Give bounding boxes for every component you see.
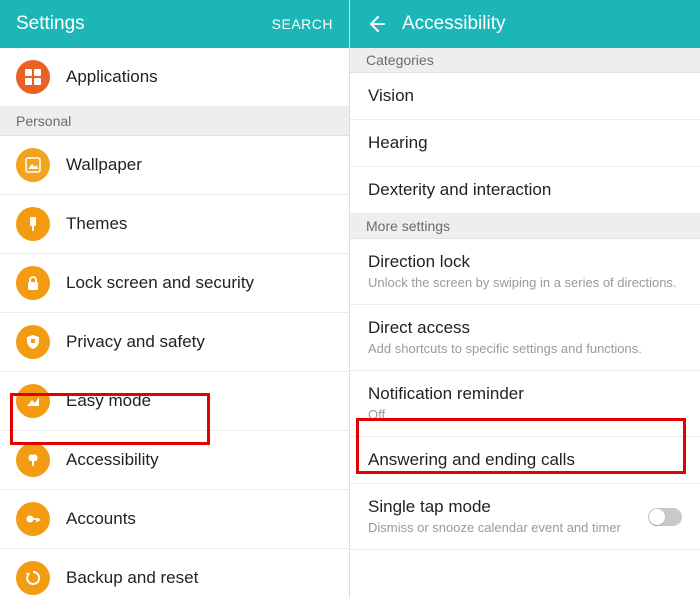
more-sub: Unlock the screen by swiping in a series… <box>368 275 682 292</box>
accessibility-title: Accessibility <box>402 13 684 35</box>
settings-item-label: Applications <box>66 67 158 87</box>
settings-item-label: Backup and reset <box>66 568 198 588</box>
category-label: Hearing <box>368 132 682 154</box>
backup-icon <box>16 561 50 595</box>
settings-item-label: Easy mode <box>66 391 151 411</box>
settings-item-backup[interactable]: Backup and reset <box>0 549 349 598</box>
privacy-icon <box>16 325 50 359</box>
settings-item-easymode[interactable]: Easy mode <box>0 372 349 431</box>
more-sub: Add shortcuts to specific settings and f… <box>368 341 682 358</box>
more-answering-calls[interactable]: Answering and ending calls <box>350 437 700 484</box>
accessibility-pane: Accessibility Categories Vision Hearing … <box>350 0 700 598</box>
section-personal: Personal <box>0 107 349 136</box>
easy-icon <box>16 384 50 418</box>
apps-icon <box>16 60 50 94</box>
more-label: Single tap mode <box>368 496 638 518</box>
category-dexterity[interactable]: Dexterity and interaction <box>350 167 700 214</box>
more-label: Answering and ending calls <box>368 449 682 471</box>
settings-item-wallpaper[interactable]: Wallpaper <box>0 136 349 195</box>
more-label: Notification reminder <box>368 383 682 405</box>
category-label: Vision <box>368 85 682 107</box>
accounts-icon <box>16 502 50 536</box>
settings-item-accounts[interactable]: Accounts <box>0 490 349 549</box>
lock-icon <box>16 266 50 300</box>
category-vision[interactable]: Vision <box>350 73 700 120</box>
category-hearing[interactable]: Hearing <box>350 120 700 167</box>
accessibility-header: Accessibility <box>350 0 700 48</box>
accessibility-icon <box>16 443 50 477</box>
back-button[interactable] <box>366 14 386 34</box>
settings-item-label: Privacy and safety <box>66 332 205 352</box>
settings-item-themes[interactable]: Themes <box>0 195 349 254</box>
more-notification-reminder[interactable]: Notification reminder Off <box>350 371 700 437</box>
section-more: More settings <box>350 214 700 239</box>
more-sub: Dismiss or snooze calendar event and tim… <box>368 520 638 537</box>
settings-item-applications[interactable]: Applications <box>0 48 349 107</box>
settings-item-label: Accounts <box>66 509 136 529</box>
settings-item-label: Themes <box>66 214 127 234</box>
more-direct-access[interactable]: Direct access Add shortcuts to specific … <box>350 305 700 371</box>
settings-item-label: Accessibility <box>66 450 159 470</box>
settings-item-label: Wallpaper <box>66 155 142 175</box>
section-categories: Categories <box>350 48 700 73</box>
more-label: Direction lock <box>368 251 682 273</box>
more-label: Direct access <box>368 317 682 339</box>
settings-title: Settings <box>16 13 272 35</box>
more-single-tap[interactable]: Single tap mode Dismiss or snooze calend… <box>350 484 700 550</box>
settings-pane: Settings SEARCH Applications Personal Wa… <box>0 0 350 598</box>
more-sub: Off <box>368 407 682 424</box>
wallpaper-icon <box>16 148 50 182</box>
themes-icon <box>16 207 50 241</box>
settings-item-lockscreen[interactable]: Lock screen and security <box>0 254 349 313</box>
search-button[interactable]: SEARCH <box>272 16 333 32</box>
single-tap-toggle[interactable] <box>648 508 682 526</box>
settings-item-label: Lock screen and security <box>66 273 254 293</box>
settings-item-privacy[interactable]: Privacy and safety <box>0 313 349 372</box>
more-direction-lock[interactable]: Direction lock Unlock the screen by swip… <box>350 239 700 305</box>
settings-header: Settings SEARCH <box>0 0 349 48</box>
settings-item-accessibility[interactable]: Accessibility <box>0 431 349 490</box>
category-label: Dexterity and interaction <box>368 179 682 201</box>
